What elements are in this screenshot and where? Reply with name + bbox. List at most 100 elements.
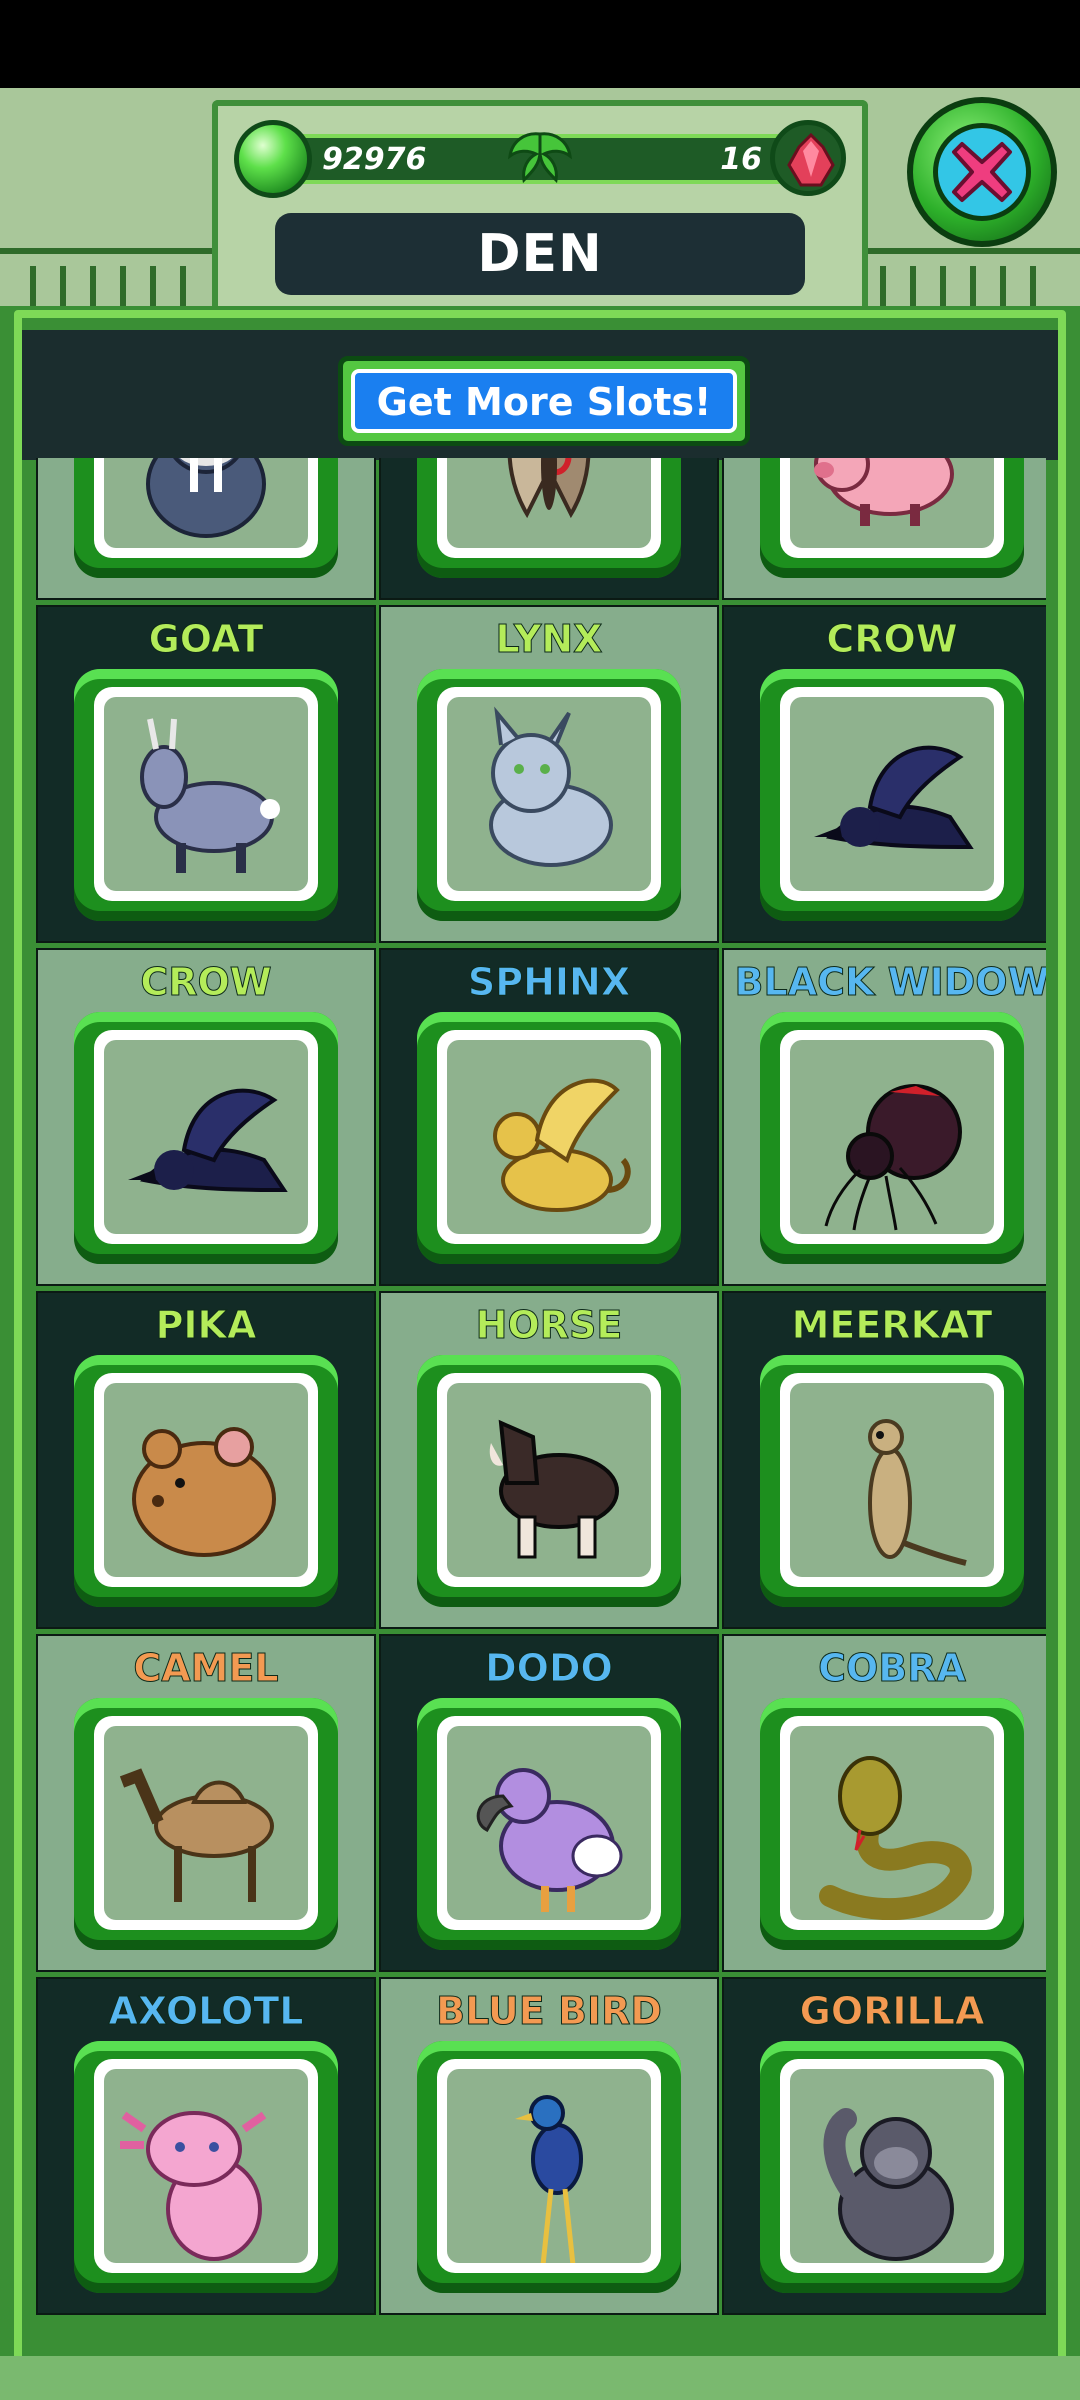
walrus-icon [104,458,308,548]
animal-frame[interactable] [417,1698,681,1950]
blue-bird-icon [447,2069,651,2263]
animal-slot[interactable]: HORSE [379,1291,719,1629]
animal-frame[interactable] [760,2041,1024,2293]
animal-slot[interactable]: CAMEL [36,1634,376,1972]
animal-slot[interactable]: BLUE BIRD [379,1977,719,2315]
close-button-face[interactable] [933,123,1031,221]
animal-slot[interactable]: PIKA [36,1291,376,1629]
crow-icon [790,697,994,891]
dodo-icon [447,1726,651,1920]
animal-name: MEERKAT [791,1303,993,1348]
spider-icon [790,1040,994,1234]
lynx-icon [447,697,651,891]
animal-name: CROW [826,617,958,662]
animal-slot[interactable]: LYNX [379,605,719,943]
animal-frame-border [780,1030,1004,1244]
axolotl-icon [104,2069,308,2263]
animal-frame-border [437,2059,661,2273]
animal-slot[interactable]: COBRA [722,1634,1046,1972]
animal-frame-border [94,687,318,901]
gem-count: 16 [720,142,762,177]
bottom-ground [0,2356,1080,2400]
animal-name: CAMEL [133,1646,279,1691]
flying-pig-icon [790,458,994,548]
animal-frame[interactable] [74,669,338,921]
animal-slot[interactable]: AXOLOTL [36,1977,376,2315]
animal-frame-border [94,1373,318,1587]
animal-frame[interactable] [760,458,1024,578]
animal-slot[interactable]: CROW [722,605,1046,943]
animal-frame-border [94,1716,318,1930]
animal-frame[interactable] [74,2041,338,2293]
animal-frame[interactable] [74,1355,338,1607]
animal-frame-border [94,458,318,558]
animal-slot[interactable] [722,458,1046,600]
animal-frame-border [780,458,1004,558]
green-gem-icon [234,120,312,198]
animal-name: DODO [485,1646,614,1691]
animal-frame[interactable] [417,2041,681,2293]
animal-frame[interactable] [74,1698,338,1950]
get-more-slots-label[interactable]: Get More Slots! [351,369,737,433]
animal-slot[interactable]: GOAT [36,605,376,943]
animal-frame-border [94,2059,318,2273]
animal-frame[interactable] [760,669,1024,921]
goat-icon [104,697,308,891]
animal-frame-border [437,458,661,558]
animal-frame-border [437,687,661,901]
animal-name: SPHINX [467,960,631,1005]
animal-name: GORILLA [799,1989,985,2034]
get-more-slots-button[interactable]: Get More Slots! [338,356,750,446]
leaf-divider-icon [508,132,572,184]
animal-grid[interactable]: GOAT LYNX CROW CROW SPHINX BLACK WIDOW PIKA HOR… [36,458,1046,2346]
animal-frame[interactable] [760,1012,1024,1264]
status-bar [0,0,1080,88]
red-crystal-icon [770,120,846,196]
animal-frame-border [94,1030,318,1244]
animal-slot[interactable]: GORILLA [722,1977,1046,2315]
animal-frame-border [780,1716,1004,1930]
page-title: DEN [275,213,805,295]
animal-slot[interactable] [36,458,376,600]
animal-name: LYNX [495,617,603,662]
meerkat-icon [790,1383,994,1577]
camel-icon [104,1726,308,1920]
horse-icon [447,1383,651,1577]
animal-frame-border [780,1373,1004,1587]
close-icon [952,142,1012,202]
animal-frame-border [437,1373,661,1587]
animal-name: COBRA [818,1646,967,1691]
animal-name: BLUE BIRD [436,1989,663,2034]
animal-name: GOAT [148,617,264,662]
animal-frame[interactable] [760,1355,1024,1607]
animal-slot[interactable]: MEERKAT [722,1291,1046,1629]
animal-slot[interactable]: CROW [36,948,376,1286]
animal-name: AXOLOTL [108,1989,304,2034]
animal-frame-border [780,687,1004,901]
animal-name: BLACK WIDOW [734,960,1046,1005]
animal-frame-border [437,1030,661,1244]
sphinx-icon [447,1040,651,1234]
animal-name: HORSE [475,1303,623,1348]
animal-name: PIKA [155,1303,257,1348]
animal-name: CROW [140,960,272,1005]
animal-frame[interactable] [417,458,681,578]
animal-frame[interactable] [417,669,681,921]
moth-icon [447,458,651,548]
gorilla-icon [790,2069,994,2263]
animal-frame-border [780,2059,1004,2273]
animal-frame-border [437,1716,661,1930]
animal-frame[interactable] [417,1012,681,1264]
animal-frame[interactable] [74,1012,338,1264]
cobra-icon [790,1726,994,1920]
pika-icon [104,1383,308,1577]
crow-icon [104,1040,308,1234]
animal-frame[interactable] [74,458,338,578]
animal-frame[interactable] [760,1698,1024,1950]
animal-slot[interactable]: SPHINX [379,948,719,1286]
animal-slot[interactable]: BLACK WIDOW [722,948,1046,1286]
animal-slot[interactable] [379,458,719,600]
animal-slot[interactable]: DODO [379,1634,719,1972]
animal-frame[interactable] [417,1355,681,1607]
close-button[interactable] [907,97,1057,247]
